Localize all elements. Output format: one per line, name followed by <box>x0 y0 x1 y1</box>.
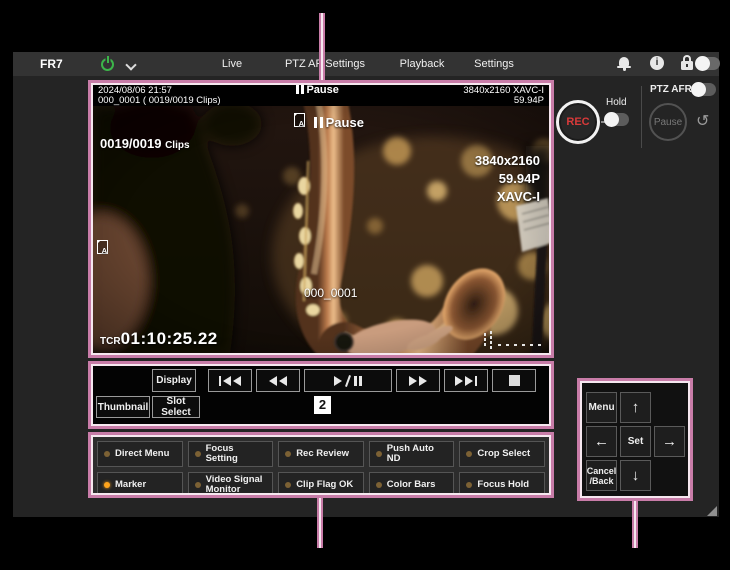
led-indicator <box>376 482 382 488</box>
controls-divider <box>641 86 642 148</box>
timecode-label: TCR <box>100 336 121 347</box>
notification-bell-icon[interactable] <box>617 56 631 70</box>
assign-button-color-bars[interactable]: Color Bars <box>369 472 455 498</box>
led-indicator-active <box>104 482 110 488</box>
clip-name-overlay: 000_0001 <box>304 286 357 300</box>
clip-counter-overlay: 0019/0019 Clips <box>100 136 190 151</box>
led-indicator <box>195 482 201 488</box>
assign-button-crop-select[interactable]: Crop Select <box>459 441 545 467</box>
annotation-number-badge: 2 <box>314 396 331 414</box>
annotation-callout-line-right <box>632 501 638 548</box>
resolution-overlay: 3840x2160 <box>475 152 540 170</box>
app-root: FR7 Live PTZ AF Settings Playback Settin… <box>0 0 730 570</box>
display-button[interactable]: Display <box>152 369 196 392</box>
lock-toggle[interactable] <box>696 57 720 70</box>
info-icon[interactable]: i <box>650 56 664 70</box>
right-arrow-button[interactable]: → <box>654 426 685 457</box>
playback-clip-info: 000_0001 ( 0019/0019 Clips) <box>98 95 221 106</box>
playback-info-bar: 2024/08/06 21:57 Pause 3840x2160 XAVC-I … <box>92 84 550 106</box>
led-indicator <box>285 482 291 488</box>
play-pause-button[interactable] <box>304 369 392 392</box>
ptz-afr-toggle[interactable] <box>692 83 716 96</box>
framerate-overlay: 59.94P <box>475 170 540 188</box>
device-name: FR7 <box>40 57 63 71</box>
power-icon[interactable] <box>101 58 114 71</box>
hold-label: Hold <box>606 97 627 108</box>
assign-button-focus-hold[interactable]: Focus Hold <box>459 472 545 498</box>
led-indicator <box>285 451 291 457</box>
pause-button[interactable]: Pause <box>649 103 687 141</box>
assign-button-clip-flag-ok[interactable]: Clip Flag OK <box>278 472 364 498</box>
slot-select-button[interactable]: Slot Select <box>152 396 200 418</box>
timecode-value: 01:10:25.22 <box>121 329 218 348</box>
left-arrow-button[interactable]: ← <box>586 426 617 457</box>
assign-button-focus-setting[interactable]: Focus Setting <box>188 441 274 467</box>
tab-settings[interactable]: Settings <box>474 58 514 70</box>
timecode-overlay: TCR01:10:25.22 <box>100 329 218 349</box>
lock-icon <box>681 55 693 70</box>
previous-clip-button[interactable] <box>208 369 252 392</box>
tab-playback[interactable]: Playback <box>400 58 445 70</box>
assign-button-push-auto-nd[interactable]: Push Auto ND <box>369 441 455 467</box>
resize-handle[interactable] <box>707 506 717 516</box>
reset-icon[interactable]: ↺ <box>696 111 709 131</box>
assign-button-rec-review[interactable]: Rec Review <box>278 441 364 467</box>
media-flag-overlay: A <box>97 240 108 259</box>
rewind-button[interactable] <box>256 369 300 392</box>
audio-level-meter <box>484 331 544 349</box>
codec-overlay: XAVC-I <box>475 188 540 206</box>
assignable-buttons-panel: Direct Menu Focus Setting Rec Review Pus… <box>92 436 550 494</box>
annotation-callout-line-bottom <box>317 498 323 548</box>
led-indicator <box>466 482 472 488</box>
playback-controls-panel: Display Thumbnail Slot Select 2 <box>92 365 550 425</box>
menu-pad-panel: Menu ↑ ← Set → Cancel/Back ↓ <box>581 382 689 497</box>
led-indicator <box>466 451 472 457</box>
video-preview: A Pause 0019/0019 Clips 3840x2160 59.94P… <box>92 106 550 354</box>
down-arrow-button[interactable]: ↓ <box>620 460 651 491</box>
media-flag-icon: A <box>97 240 108 254</box>
stop-button[interactable] <box>492 369 536 392</box>
clip-flag-icon: A <box>294 113 305 127</box>
assign-button-direct-menu[interactable]: Direct Menu <box>97 441 183 467</box>
assign-button-video-signal-monitor[interactable]: Video Signal Monitor <box>188 472 274 498</box>
up-arrow-button[interactable]: ↑ <box>620 392 651 423</box>
set-button[interactable]: Set <box>620 426 651 457</box>
annotation-callout-line-top <box>319 13 325 80</box>
ptz-afr-label: PTZ AFR <box>650 84 692 95</box>
led-indicator <box>104 451 110 457</box>
rec-button[interactable]: REC <box>556 100 600 144</box>
playback-framerate: 59.94P <box>514 95 544 106</box>
hold-toggle[interactable] <box>605 113 629 126</box>
tab-ptz-af-settings[interactable]: PTZ AF Settings <box>285 58 365 70</box>
assign-button-marker[interactable]: Marker <box>97 472 183 498</box>
thumbnail-button[interactable]: Thumbnail <box>96 396 150 418</box>
next-clip-button[interactable] <box>444 369 488 392</box>
video-status-overlay: A Pause <box>294 113 364 130</box>
led-indicator <box>195 451 201 457</box>
led-indicator <box>376 451 382 457</box>
pause-bars-icon <box>314 115 326 130</box>
menu-button[interactable]: Menu <box>586 392 617 423</box>
top-bar <box>13 52 719 76</box>
tab-live[interactable]: Live <box>222 58 242 70</box>
format-overlay: 3840x2160 59.94P XAVC-I <box>475 152 540 206</box>
cancel-back-button[interactable]: Cancel/Back <box>586 460 617 491</box>
fast-forward-button[interactable] <box>396 369 440 392</box>
